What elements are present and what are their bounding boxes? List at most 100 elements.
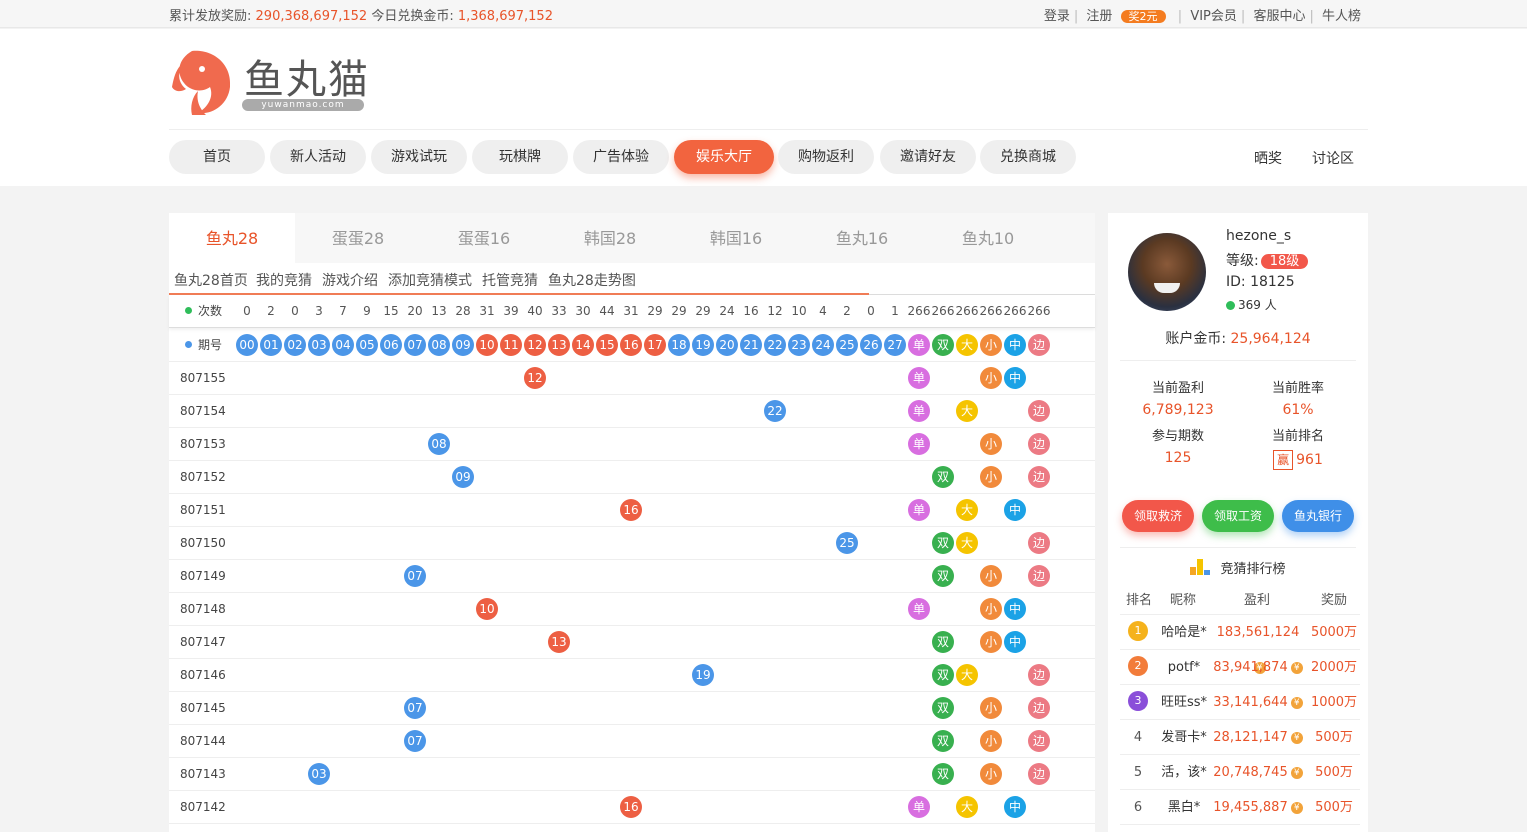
register-link[interactable]: 注册 (1086, 9, 1112, 24)
nav-item-entertainment[interactable]: 娱乐大厅 (674, 140, 774, 174)
rank-nickname: 旺旺ss* (1160, 695, 1208, 710)
subnav-add-mode[interactable]: 添加竞猜模式 (388, 270, 472, 290)
trend-row: 807144 07 双 小 边 (169, 725, 1095, 758)
nav-item-ads[interactable]: 广告体验 (573, 140, 669, 174)
result-ball: 19 (692, 664, 714, 686)
result-tag-mid: 中 (1004, 367, 1026, 389)
tab-yuwan16[interactable]: 鱼丸16 (799, 213, 925, 263)
result-ball: 12 (524, 367, 546, 389)
rank-profit: 19,455,887 ¥ (1210, 790, 1306, 825)
tab-korea28[interactable]: 韩国28 (547, 213, 673, 263)
ranking-row[interactable]: 2 potf* 83,941,874 ¥ 2000万 (1120, 650, 1360, 685)
rank-profit: 33,141,644 ¥ (1210, 685, 1306, 720)
header-ball: 11 (500, 334, 522, 356)
result-tag-mid: 中 (1004, 796, 1026, 818)
nav-item-newbie[interactable]: 新人活动 (270, 140, 366, 174)
tab-yuwan10[interactable]: 鱼丸10 (925, 213, 1051, 263)
bank-button[interactable]: 鱼丸银行 (1282, 500, 1354, 532)
result-tag-edge: 边 (1028, 433, 1050, 455)
coin-icon: ¥ (1290, 767, 1303, 779)
issue-number: 807153 (180, 437, 226, 451)
nav-item-home[interactable]: 首页 (169, 140, 265, 174)
result-ball: 10 (476, 598, 498, 620)
rank-reward: 500万 (1315, 800, 1353, 815)
rank-nickname: 黑白* (1167, 800, 1201, 815)
claim-salary-button[interactable]: 领取工资 (1202, 500, 1274, 532)
service-link[interactable]: 客服中心 (1253, 9, 1305, 24)
login-link[interactable]: 登录 (1044, 9, 1070, 24)
tab-dandan28[interactable]: 蛋蛋28 (295, 213, 421, 263)
nav-item-invite[interactable]: 邀请好友 (880, 140, 976, 174)
result-tag-mid: 中 (1004, 598, 1026, 620)
rank-nickname: potf* (1167, 660, 1201, 675)
nav-item-chess[interactable]: 玩棋牌 (472, 140, 568, 174)
vip-link[interactable]: VIP会员 (1190, 9, 1237, 24)
header-ball: 07 (404, 334, 426, 356)
header-ball: 15 (596, 334, 618, 356)
issue-number: 807145 (180, 701, 226, 715)
header-ball: 16 (620, 334, 642, 356)
tab-dandan16[interactable]: 蛋蛋16 (421, 213, 547, 263)
rank-nickname: 活，该* (1161, 765, 1207, 780)
result-tag-edge: 边 (1028, 730, 1050, 752)
nav-item-shopping[interactable]: 购物返利 (778, 140, 874, 174)
count-cell: 20 (407, 304, 423, 318)
count-cell: 9 (363, 304, 371, 318)
count-cell: 2 (843, 304, 851, 318)
trend-row: 807147 13 双 小中 (169, 626, 1095, 659)
trend-row: 807146 19 双大 边 (169, 659, 1095, 692)
tab-yuwan28[interactable]: 鱼丸28 (169, 213, 295, 263)
ranking-row[interactable]: 6 黑白* 19,455,887 ¥ 500万 (1120, 790, 1360, 825)
issue-number: 807151 (180, 503, 226, 517)
logo-title: 鱼丸猫 (244, 57, 370, 103)
avatar[interactable] (1128, 233, 1206, 311)
result-tag-small: 小 (980, 367, 1002, 389)
rank-profit: 83,941,874 ¥ (1210, 650, 1306, 685)
result-ball: 03 (308, 763, 330, 785)
nav-show-prize[interactable]: 晒奖 (1254, 148, 1282, 168)
count-cell: 24 (719, 304, 735, 318)
result-tag-odd: 单 (908, 400, 930, 422)
ranking-row[interactable]: 3 旺旺ss* 33,141,644 ¥ 1000万 (1120, 685, 1360, 720)
nav-item-game-trial[interactable]: 游戏试玩 (371, 140, 467, 174)
count-row: 次数 0 2 0 3 7 9 15 20 13 28 31 39 40 33 30 44 31 29 29 29 24 16… (169, 295, 1095, 328)
header-ball: 05 (356, 334, 378, 356)
header-ball: 双 (932, 334, 954, 356)
header-ball: 27 (884, 334, 906, 356)
ranking-row[interactable]: 1 哈哈是* 183,561,124¥ 5000万 (1120, 615, 1360, 674)
count-cell: 30 (575, 304, 591, 318)
trend-row: 807148 10 单 小中 (169, 593, 1095, 626)
register-badge[interactable]: 奖2元 (1120, 10, 1166, 23)
count-cell: 33 (551, 304, 567, 318)
subnav-home[interactable]: 鱼丸28首页 (174, 270, 248, 290)
result-tag-edge: 边 (1028, 565, 1050, 587)
result-tag-small: 小 (980, 466, 1002, 488)
trend-row: 807152 09 双 小 边 (169, 461, 1095, 494)
claim-relief-button[interactable]: 领取救济 (1122, 500, 1194, 532)
header-ball: 25 (836, 334, 858, 356)
count-cell: 7 (339, 304, 347, 318)
subnav-auto[interactable]: 托管竞猜 (482, 270, 538, 290)
ranking-row[interactable]: 5 活，该* 20,748,745 ¥ 500万 (1120, 755, 1360, 790)
subnav-trend-chart[interactable]: 鱼丸28走势图 (548, 270, 636, 290)
username: hezone_s (1226, 228, 1292, 244)
header-ball: 18 (668, 334, 690, 356)
trend-row: 807150 25 双大 边 (169, 527, 1095, 560)
result-tag-even: 双 (932, 631, 954, 653)
subnav-my-guess[interactable]: 我的竞猜 (256, 270, 312, 290)
header-ball: 大 (956, 334, 978, 356)
nav-item-mall[interactable]: 兑换商城 (980, 140, 1076, 174)
result-tag-small: 小 (980, 763, 1002, 785)
count-cell: 3 (315, 304, 323, 318)
online-value: 369 人 (1238, 298, 1277, 312)
result-tag-odd: 单 (908, 367, 930, 389)
site-logo[interactable]: 鱼丸猫 yuwanmao.com (172, 47, 372, 119)
nav-forum[interactable]: 讨论区 (1312, 148, 1354, 168)
stat-rank: 当前排名赢 961 (1271, 429, 1324, 470)
subnav-intro[interactable]: 游戏介绍 (322, 270, 378, 290)
coin-icon: ¥ (1290, 732, 1303, 744)
ranking-row[interactable]: 4 发哥卡* 28,121,147 ¥ 500万 (1120, 720, 1360, 755)
leaderboard-link[interactable]: 牛人榜 (1322, 9, 1361, 24)
tab-korea16[interactable]: 韩国16 (673, 213, 799, 263)
result-tag-even: 双 (932, 565, 954, 587)
